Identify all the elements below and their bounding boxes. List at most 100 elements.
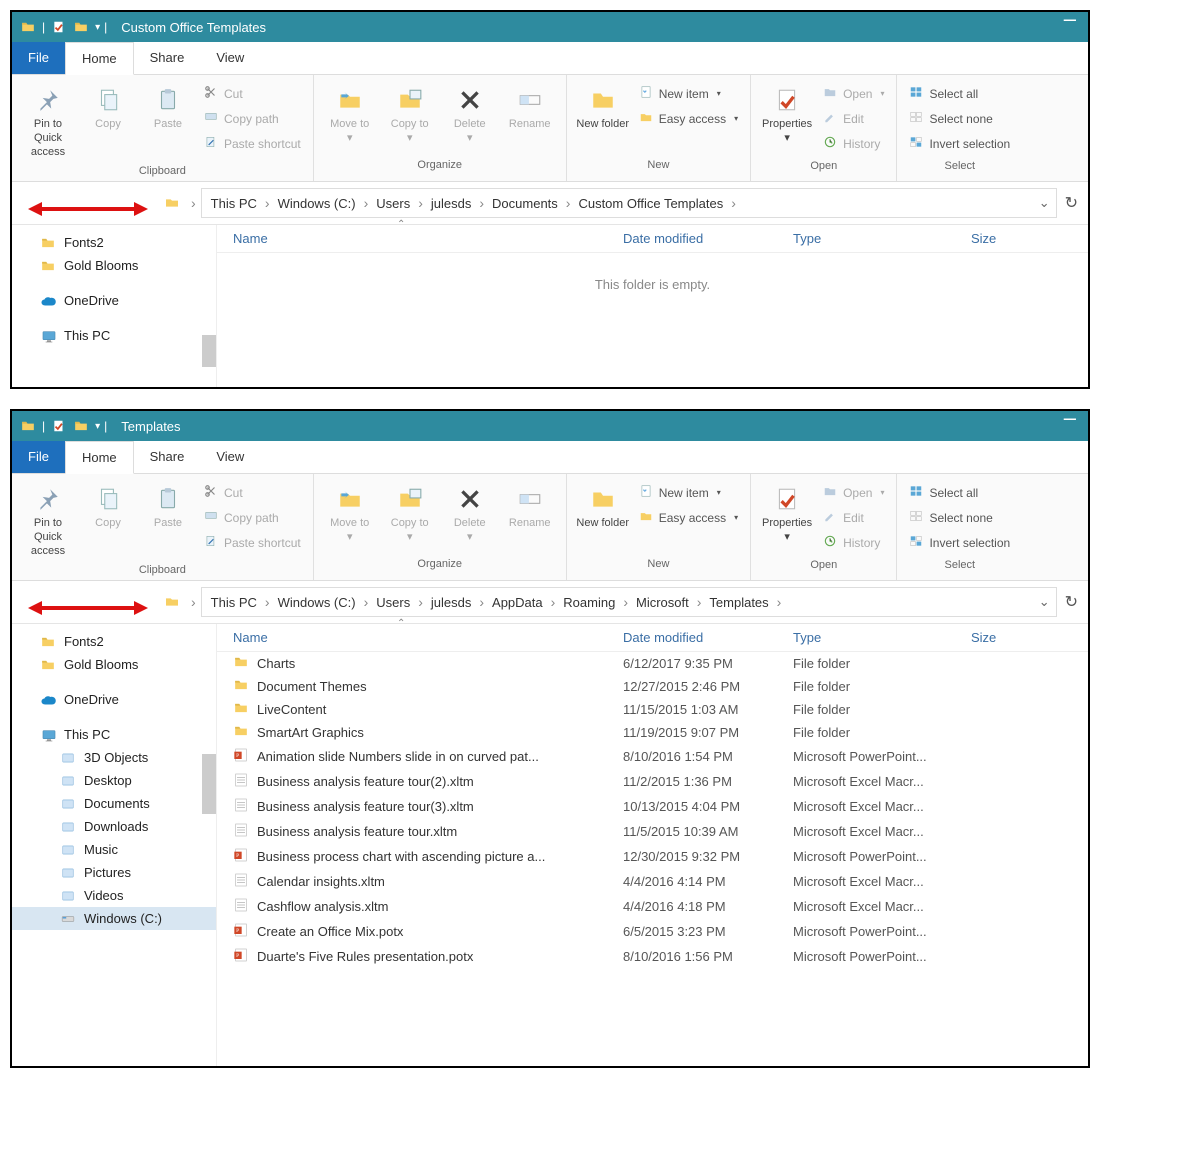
breadcrumb-item[interactable]: Roaming: [560, 595, 618, 610]
col-date[interactable]: Date modified: [623, 630, 793, 645]
tab-view[interactable]: View: [200, 441, 260, 473]
paste-shortcut-button[interactable]: Paste shortcut: [200, 532, 305, 553]
nav-item-downloads[interactable]: Downloads: [12, 815, 216, 838]
pin-to-quick-access[interactable]: Pin to Quick access: [18, 79, 78, 163]
address-bar[interactable]: This PCWindows (C:)UsersjulesdsDocuments…: [201, 188, 1057, 218]
select-all-button[interactable]: Select all: [905, 83, 1014, 104]
nav-item-fonts2[interactable]: Fonts2: [12, 630, 216, 653]
list-item[interactable]: Business analysis feature tour(3).xltm 1…: [217, 794, 1088, 819]
list-item[interactable]: PDuarte's Five Rules presentation.potx 8…: [217, 944, 1088, 969]
list-item[interactable]: SmartArt Graphics 11/19/2015 9:07 PM Fil…: [217, 721, 1088, 744]
refresh-button[interactable]: ↻: [1065, 592, 1078, 612]
nav-item-documents[interactable]: Documents: [12, 792, 216, 815]
col-size[interactable]: Size: [971, 630, 1031, 645]
list-item[interactable]: Business analysis feature tour(2).xltm 1…: [217, 769, 1088, 794]
tab-file[interactable]: File: [12, 441, 65, 473]
nav-item-desktop[interactable]: Desktop: [12, 769, 216, 792]
tab-file[interactable]: File: [12, 42, 65, 74]
properties-qat-icon[interactable]: [51, 418, 67, 434]
nav-item-this-pc[interactable]: This PC: [12, 723, 216, 746]
nav-item-3d-objects[interactable]: 3D Objects: [12, 746, 216, 769]
list-item[interactable]: Calendar insights.xltm 4/4/2016 4:14 PM …: [217, 869, 1088, 894]
open-button[interactable]: Open▾: [819, 83, 888, 104]
select-none-button[interactable]: Select none: [905, 108, 1014, 129]
list-item[interactable]: LiveContent 11/15/2015 1:03 AM File fold…: [217, 698, 1088, 721]
new-item-button[interactable]: New item▾: [635, 482, 742, 503]
up-button[interactable]: [164, 194, 180, 213]
column-headers[interactable]: ⌃ Name Date modified Type Size: [217, 225, 1088, 253]
minimize-button[interactable]: –: [1064, 6, 1076, 32]
folder-qat-icon[interactable]: [73, 418, 89, 434]
copy-button[interactable]: Copy: [78, 478, 138, 534]
breadcrumb-item[interactable]: Documents: [489, 196, 561, 211]
navigation-pane[interactable]: Fonts2 Gold Blooms OneDrive This PC 3D O…: [12, 624, 217, 1066]
copy-button[interactable]: Copy: [78, 79, 138, 135]
tab-share[interactable]: Share: [134, 441, 201, 473]
breadcrumb-item[interactable]: This PC: [208, 595, 260, 610]
scrollbar-thumb[interactable]: [202, 335, 216, 367]
cut-button[interactable]: Cut: [200, 482, 305, 503]
easy-access-button[interactable]: Easy access▾: [635, 108, 742, 129]
edit-button[interactable]: Edit: [819, 507, 888, 528]
move-to-button[interactable]: Move to▾: [320, 79, 380, 149]
scrollbar-thumb[interactable]: [202, 754, 216, 814]
nav-item-gold-blooms[interactable]: Gold Blooms: [12, 653, 216, 676]
col-size[interactable]: Size: [971, 231, 1031, 246]
breadcrumb-item[interactable]: Templates: [706, 595, 771, 610]
col-type[interactable]: Type: [793, 231, 971, 246]
tab-home[interactable]: Home: [65, 441, 134, 474]
invert-selection-button[interactable]: Invert selection: [905, 532, 1014, 553]
list-item[interactable]: PCreate an Office Mix.potx 6/5/2015 3:23…: [217, 919, 1088, 944]
paste-button[interactable]: Paste: [138, 478, 198, 534]
breadcrumb-item[interactable]: Windows (C:): [275, 595, 359, 610]
breadcrumb-item[interactable]: Windows (C:): [275, 196, 359, 211]
nav-item-onedrive[interactable]: OneDrive: [12, 289, 216, 312]
invert-selection-button[interactable]: Invert selection: [905, 133, 1014, 154]
new-item-button[interactable]: New item▾: [635, 83, 742, 104]
nav-item-gold-blooms[interactable]: Gold Blooms: [12, 254, 216, 277]
history-button[interactable]: History: [819, 532, 888, 553]
col-name[interactable]: Name: [233, 630, 623, 645]
nav-item-music[interactable]: Music: [12, 838, 216, 861]
copy-to-button[interactable]: Copy to▾: [380, 478, 440, 548]
list-view[interactable]: ⌃ Name Date modified Type Size Charts 6/…: [217, 624, 1088, 1066]
copy-path-button[interactable]: Copy path: [200, 108, 305, 129]
properties-button[interactable]: Properties▾: [757, 79, 817, 149]
nav-item-onedrive[interactable]: OneDrive: [12, 688, 216, 711]
tab-home[interactable]: Home: [65, 42, 134, 75]
breadcrumb-item[interactable]: Users: [373, 595, 413, 610]
pin-to-quick-access[interactable]: Pin to Quick access: [18, 478, 78, 562]
paste-shortcut-button[interactable]: Paste shortcut: [200, 133, 305, 154]
list-item[interactable]: PAnimation slide Numbers slide in on cur…: [217, 744, 1088, 769]
breadcrumb-item[interactable]: Users: [373, 196, 413, 211]
breadcrumb-item[interactable]: julesds: [428, 196, 474, 211]
col-name[interactable]: Name: [233, 231, 623, 246]
open-button[interactable]: Open▾: [819, 482, 888, 503]
breadcrumb-item[interactable]: Microsoft: [633, 595, 692, 610]
qat-dropdown-icon[interactable]: ▾: [95, 22, 100, 33]
copy-path-button[interactable]: Copy path: [200, 507, 305, 528]
list-item[interactable]: PBusiness process chart with ascending p…: [217, 844, 1088, 869]
properties-qat-icon[interactable]: [51, 19, 67, 35]
select-all-button[interactable]: Select all: [905, 482, 1014, 503]
history-button[interactable]: History: [819, 133, 888, 154]
minimize-button[interactable]: –: [1064, 405, 1076, 431]
easy-access-button[interactable]: Easy access▾: [635, 507, 742, 528]
folder-qat-icon[interactable]: [73, 19, 89, 35]
up-button[interactable]: [164, 593, 180, 612]
move-to-button[interactable]: Move to▾: [320, 478, 380, 548]
cut-button[interactable]: Cut: [200, 83, 305, 104]
delete-button[interactable]: Delete▾: [440, 79, 500, 149]
properties-button[interactable]: Properties▾: [757, 478, 817, 548]
copy-to-button[interactable]: Copy to▾: [380, 79, 440, 149]
nav-item-this-pc[interactable]: This PC: [12, 324, 216, 347]
address-bar[interactable]: This PCWindows (C:)UsersjulesdsAppDataRo…: [201, 587, 1057, 617]
column-headers[interactable]: ⌃ Name Date modified Type Size: [217, 624, 1088, 652]
col-date[interactable]: Date modified: [623, 231, 793, 246]
navigation-pane[interactable]: Fonts2 Gold Blooms OneDrive This PC: [12, 225, 217, 387]
list-view[interactable]: ⌃ Name Date modified Type Size This fold…: [217, 225, 1088, 387]
nav-item-fonts2[interactable]: Fonts2: [12, 231, 216, 254]
qat-dropdown-icon[interactable]: ▾: [95, 421, 100, 432]
address-dropdown-icon[interactable]: ⌄: [1039, 594, 1050, 610]
titlebar[interactable]: | ▾ | Templates –: [12, 411, 1088, 441]
